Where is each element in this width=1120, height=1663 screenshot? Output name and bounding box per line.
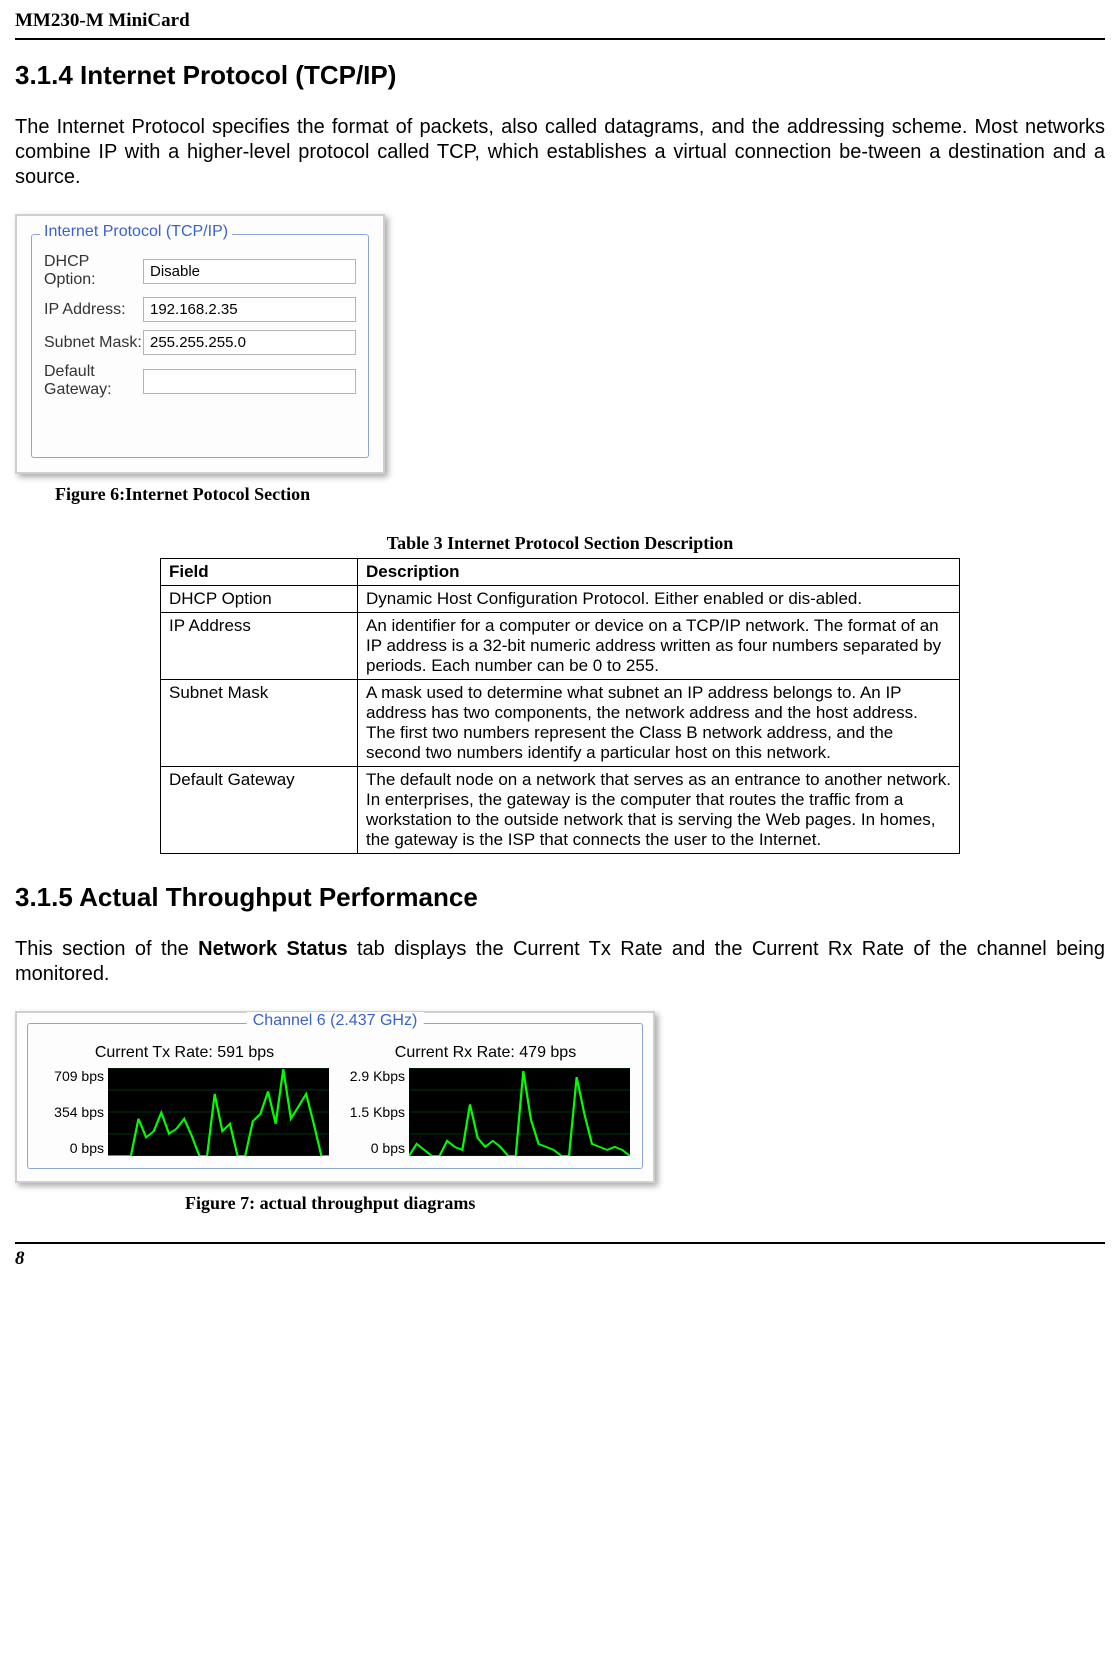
- table-row: Default Gateway The default node on a ne…: [161, 767, 960, 854]
- table3-caption: Table 3 Internet Protocol Section Descri…: [160, 533, 960, 554]
- section-315-paragraph: This section of the Network Status tab d…: [15, 937, 1105, 987]
- para-pre: This section of the: [15, 938, 198, 960]
- tx-rate-label: Current Tx Rate: 591 bps: [40, 1044, 329, 1062]
- table-row: IP Address An identifier for a computer …: [161, 613, 960, 680]
- cell-desc: The default node on a network that serve…: [358, 767, 960, 854]
- gateway-input[interactable]: [143, 369, 356, 394]
- cell-field: Subnet Mask: [161, 680, 358, 767]
- tx-half: Current Tx Rate: 591 bps 709 bps 354 bps…: [40, 1044, 329, 1156]
- form-row-gateway: Default Gateway:: [44, 363, 356, 399]
- table-row: DHCP Option Dynamic Host Configuration P…: [161, 586, 960, 613]
- doc-header: MM230-M MiniCard: [15, 10, 1105, 40]
- table3: Field Description DHCP Option Dynamic Ho…: [160, 558, 960, 854]
- table-row: Subnet Mask A mask used to determine wha…: [161, 680, 960, 767]
- cell-desc: Dynamic Host Configuration Protocol. Eit…: [358, 586, 960, 613]
- th-description: Description: [358, 559, 960, 586]
- tx-tick-1: 354 bps: [40, 1104, 104, 1120]
- cell-field: Default Gateway: [161, 767, 358, 854]
- rx-chart: [409, 1068, 630, 1156]
- ip-input[interactable]: [143, 297, 356, 322]
- rx-tick-1: 1.5 Kbps: [341, 1104, 405, 1120]
- form-row-subnet: Subnet Mask:: [44, 330, 356, 355]
- dhcp-label: DHCP Option:: [44, 253, 143, 289]
- tx-chart: [108, 1068, 329, 1156]
- rx-tick-2: 0 bps: [341, 1140, 405, 1156]
- cell-field: IP Address: [161, 613, 358, 680]
- dhcp-input[interactable]: [143, 259, 356, 284]
- form-row-dhcp: DHCP Option:: [44, 253, 356, 289]
- throughput-groupbox: Channel 6 (2.437 GHz) Current Tx Rate: 5…: [27, 1023, 643, 1169]
- th-field: Field: [161, 559, 358, 586]
- page-number: 8: [15, 1248, 25, 1269]
- figure6-caption: Figure 6:Internet Potocol Section: [55, 484, 1105, 505]
- section-314-paragraph: The Internet Protocol specifies the form…: [15, 115, 1105, 190]
- throughput-group-title: Channel 6 (2.437 GHz): [247, 1012, 424, 1030]
- tx-yaxis: 709 bps 354 bps 0 bps: [40, 1068, 108, 1156]
- cell-field: DHCP Option: [161, 586, 358, 613]
- section-315-heading: 3.1.5 Actual Throughput Performance: [15, 882, 1105, 913]
- rx-yaxis: 2.9 Kbps 1.5 Kbps 0 bps: [341, 1068, 409, 1156]
- rx-tick-0: 2.9 Kbps: [341, 1068, 405, 1084]
- ip-label: IP Address:: [44, 301, 143, 319]
- throughput-panel: Channel 6 (2.437 GHz) Current Tx Rate: 5…: [15, 1011, 655, 1183]
- form-row-ip: IP Address:: [44, 297, 356, 322]
- tcpip-panel: Internet Protocol (TCP/IP) DHCP Option: …: [15, 214, 385, 474]
- cell-desc: An identifier for a computer or device o…: [358, 613, 960, 680]
- figure7-caption: Figure 7: actual throughput diagrams: [185, 1193, 1105, 1214]
- table-header-row: Field Description: [161, 559, 960, 586]
- section-314-heading: 3.1.4 Internet Protocol (TCP/IP): [15, 60, 1105, 91]
- rx-half: Current Rx Rate: 479 bps 2.9 Kbps 1.5 Kb…: [341, 1044, 630, 1156]
- tcpip-group-title: Internet Protocol (TCP/IP): [40, 223, 232, 241]
- footer-rule: 8: [15, 1242, 1105, 1270]
- subnet-label: Subnet Mask:: [44, 334, 143, 352]
- cell-desc: A mask used to determine what subnet an …: [358, 680, 960, 767]
- subnet-input[interactable]: [143, 330, 356, 355]
- tcpip-groupbox: Internet Protocol (TCP/IP) DHCP Option: …: [31, 234, 369, 458]
- tx-tick-2: 0 bps: [40, 1140, 104, 1156]
- para-bold: Network Status: [198, 938, 347, 960]
- tx-tick-0: 709 bps: [40, 1068, 104, 1084]
- gateway-label: Default Gateway:: [44, 363, 143, 399]
- rx-rate-label: Current Rx Rate: 479 bps: [341, 1044, 630, 1062]
